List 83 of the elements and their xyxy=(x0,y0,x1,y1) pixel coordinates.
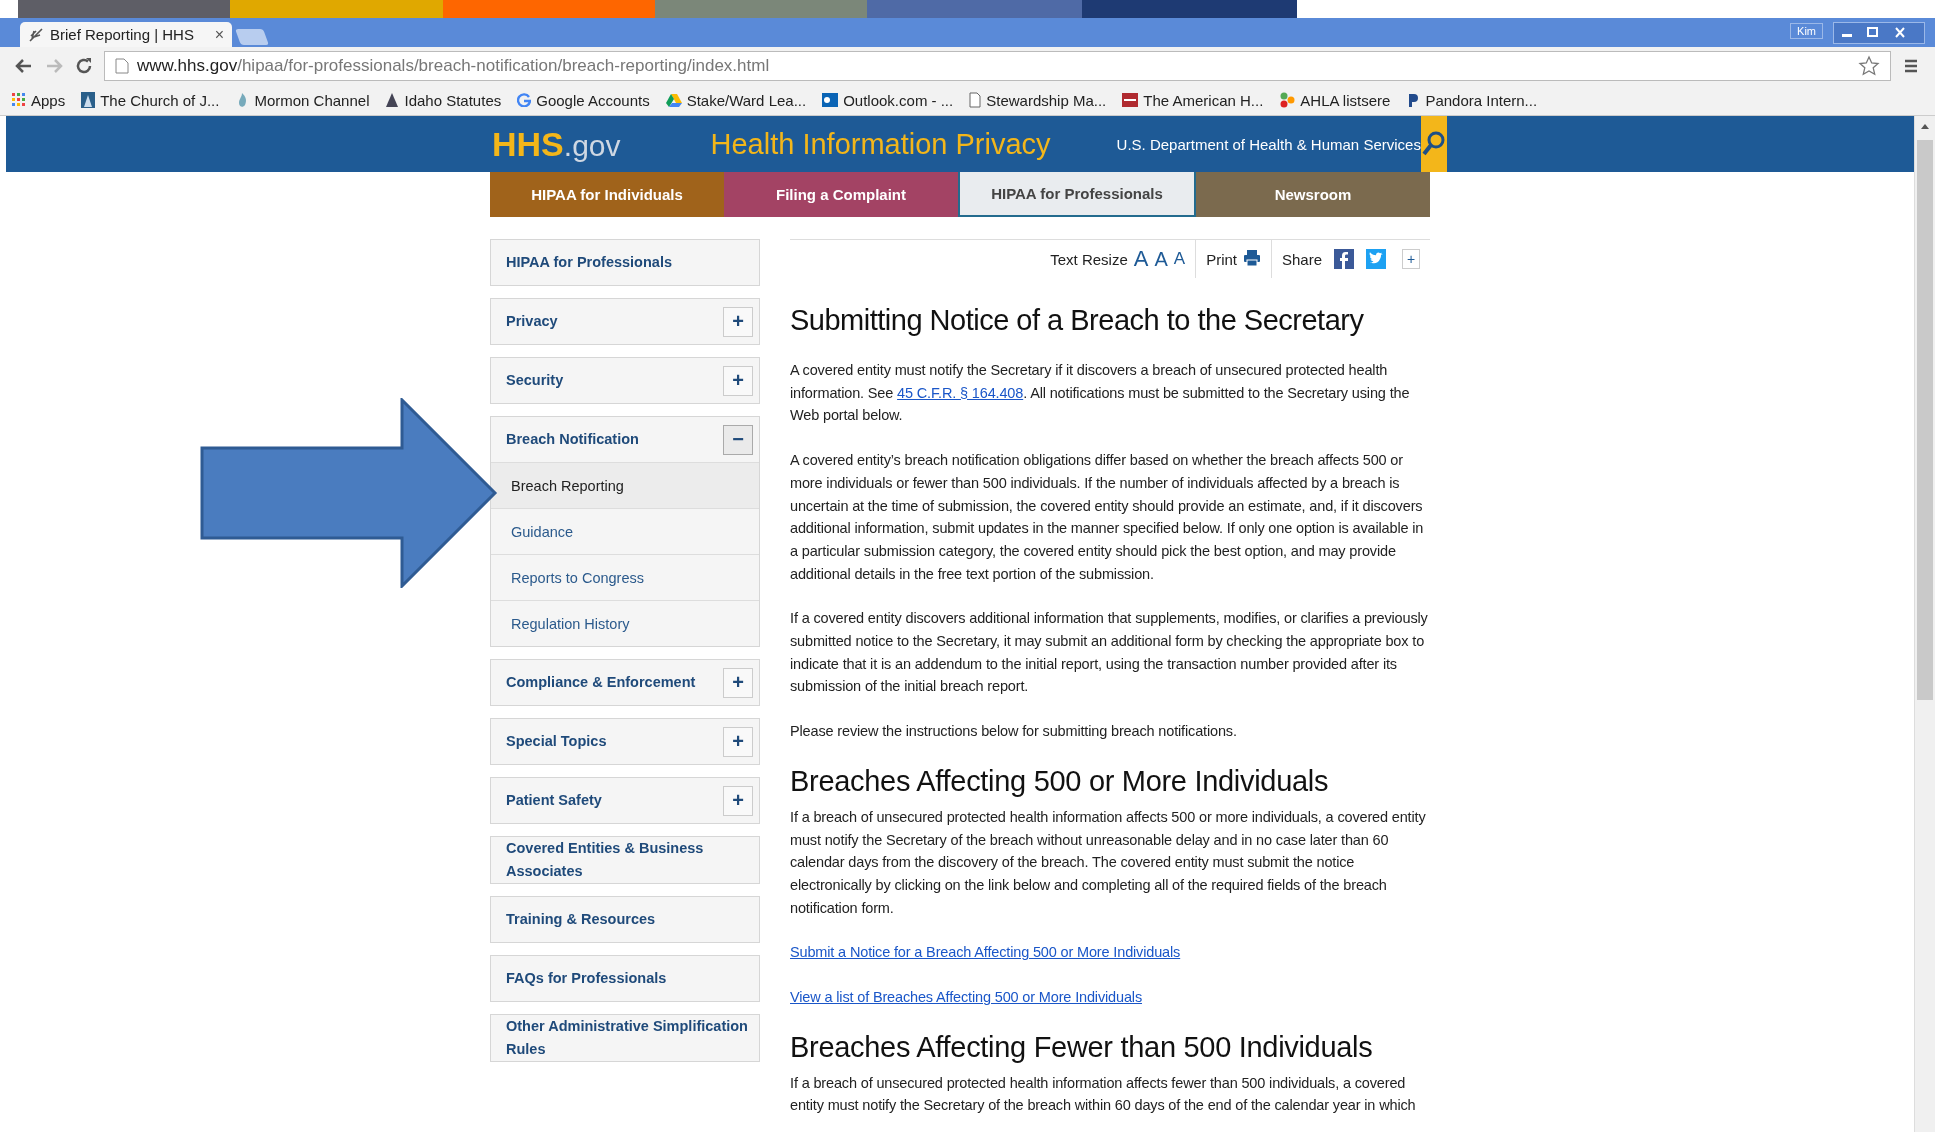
link[interactable]: Submit a Notice for a Breach Affecting 500 or More Individuals xyxy=(790,944,1181,961)
bookmark[interactable]: Stake/Ward Lea... xyxy=(665,91,807,109)
sidebar-link[interactable]: Patient Safety xyxy=(506,789,602,812)
bookmark[interactable]: Idaho Statutes xyxy=(385,91,502,109)
close-icon[interactable]: × xyxy=(214,25,224,44)
sidebar-link[interactable]: Breach Notification xyxy=(506,428,639,451)
bookmark[interactable]: Outlook.com - ... xyxy=(822,91,954,109)
scrollbar-thumb[interactable] xyxy=(1917,140,1933,700)
address-bar[interactable]: www.hhs.gov/hipaa/for-professionals/breach-notification/breach-reporting/index.html xyxy=(104,51,1891,81)
paragraph: A covered entity must notify the Secretary if it discovers a breach of unsecured protected health information. See 45 C.F.R. § 164.408. All notifications must be submitted to the Secretary using the Web portal below. xyxy=(790,361,1411,426)
paragraph: A covered entity’s breach notification obligations differ based on whether the breach affects 500 or more individuals or fewer than 500 individuals. If the number of individuals affected by a breach is uncertain at the time of submission, the covered entity should provide an estimate, and, if it discovers additional information, submit updates in the manner specified below. If only one option is available in a particular submission category, the covered entity should pick the best option, and may provide additional details in the free text portion of the submission. xyxy=(790,451,1425,584)
nav-tab[interactable]: HIPAA for Professionals xyxy=(958,172,1196,217)
star-icon[interactable] xyxy=(1858,55,1880,77)
expand-button[interactable]: + xyxy=(723,667,753,698)
close-icon[interactable] xyxy=(1895,26,1905,38)
text-size-button[interactable]: A xyxy=(1173,249,1186,269)
text-resize-label: Text Resize xyxy=(1050,250,1128,268)
hhs-logo[interactable]: HHS.gov xyxy=(492,127,621,161)
bookmark[interactable]: Apps xyxy=(12,91,66,109)
sidebar-link[interactable]: Covered Entities & Business Associates xyxy=(506,837,753,883)
sidebar-link[interactable]: Special Topics xyxy=(506,730,607,753)
grid-icon xyxy=(12,93,26,107)
tab-title: Brief Reporting | HHS xyxy=(50,26,195,43)
page-title: Submitting Notice of a Breach to the Secretary xyxy=(790,304,1365,337)
browser-tab[interactable]: Brief Reporting | HHS × xyxy=(20,22,232,47)
sidebar-subitem[interactable]: Breach Reporting xyxy=(491,462,759,508)
page-icon xyxy=(115,58,129,74)
search-button[interactable] xyxy=(1420,116,1447,172)
bookmark[interactable]: Mormon Channel xyxy=(235,91,370,109)
facebook-icon[interactable] xyxy=(1334,249,1354,269)
paragraph: If a breach of unsecured protected health information affects 500 or more individuals, a covered entity must notify the Secretary of the breach without unreasonable delay and in no case later than 60 calendar days from the discovery of the breach. The covered entity must submit the notice electronically by clicking on the link below and completing all of the required fields of the breach notification form. xyxy=(790,807,1427,918)
p-letter-icon xyxy=(1406,92,1421,108)
section-heading: Breaches Affecting 500 or More Individuals xyxy=(790,764,1330,798)
expand-button[interactable]: + xyxy=(723,365,753,396)
text-size-button[interactable]: A xyxy=(1133,246,1149,272)
department-link[interactable]: U.S. Department of Health & Human Services xyxy=(1116,135,1421,153)
reload-icon[interactable] xyxy=(74,56,94,76)
section-heading: Breaches Affecting Fewer than 500 Individuals xyxy=(790,1030,1374,1064)
sidebar-link[interactable]: Security xyxy=(506,369,564,392)
paragraph: If a breach of unsecured protected health information affects fewer than 500 individuals, a covered entity must notify the Secretary of the breach within 60 days of the end of the calendar year in which xyxy=(790,1073,1417,1116)
sidebar-link[interactable]: Training & Resources xyxy=(506,908,656,931)
scrollbar[interactable] xyxy=(1914,116,1935,1132)
mail-icon xyxy=(822,93,839,107)
print-link[interactable]: Print xyxy=(1206,250,1237,268)
expand-button[interactable]: + xyxy=(723,726,753,757)
bookmark[interactable]: Google Accounts xyxy=(517,91,650,109)
page-icon xyxy=(969,92,982,108)
expand-button[interactable]: + xyxy=(723,785,753,816)
bookmark[interactable]: AHLA listsere xyxy=(1279,91,1391,109)
nav-tab[interactable]: Newsroom xyxy=(1196,172,1430,217)
g-letter-icon xyxy=(517,93,532,107)
sidebar-subitem[interactable]: Reports to Congress xyxy=(491,554,759,600)
sidebar-link[interactable]: Other Administrative Simplification Rules xyxy=(506,1015,753,1061)
sidebar-subitem[interactable]: Regulation History xyxy=(491,600,759,646)
window-controls[interactable] xyxy=(1833,21,1925,44)
bookmark[interactable]: The Church of J... xyxy=(81,91,220,109)
minimize-icon[interactable] xyxy=(1842,33,1852,37)
expand-button[interactable]: + xyxy=(723,306,753,337)
sidebar-link[interactable]: Compliance & Enforcement xyxy=(506,671,696,694)
paragraph: Please review the instructions below for submitting breach notifications. xyxy=(790,722,1238,742)
bookmark[interactable]: The American H... xyxy=(1122,91,1264,109)
restore-icon[interactable] xyxy=(1867,26,1878,37)
text-size-button[interactable]: A xyxy=(1154,247,1168,271)
url-host: www.hhs.gov xyxy=(137,56,238,76)
sidebar-link[interactable]: HIPAA for Professionals xyxy=(506,251,672,274)
triangle-icon xyxy=(665,93,682,107)
url-path: /hipaa/for-professionals/breach-notification/breach-reporting/index.html xyxy=(237,56,770,76)
dots-icon xyxy=(1279,92,1296,108)
bookmark[interactable]: Pandora Intern... xyxy=(1406,91,1538,109)
collapse-button[interactable]: − xyxy=(723,424,753,455)
scroll-up-icon[interactable] xyxy=(1920,122,1930,130)
link[interactable]: View a list of Breaches Affecting 500 or More Individuals xyxy=(790,989,1142,1006)
bookmark[interactable]: Stewardship Ma... xyxy=(969,91,1107,109)
nav-tab[interactable]: HIPAA for Individuals xyxy=(490,172,724,217)
bird-icon[interactable] xyxy=(1366,249,1386,269)
sidebar-subitem[interactable]: Guidance xyxy=(491,508,759,554)
site-title[interactable]: Health Information Privacy xyxy=(710,127,1051,161)
share-label: Share xyxy=(1281,250,1322,268)
sidebar-link[interactable]: FAQs for Professionals xyxy=(506,967,667,990)
nav-tab[interactable]: Filing a Complaint xyxy=(724,172,958,217)
sidebar-link[interactable]: Privacy xyxy=(506,310,558,333)
more-button[interactable]: + xyxy=(1402,249,1420,269)
paragraph: If a covered entity discovers additional information that supplements, modifies, or clarifies a previously submitted notice to the Secretary, it may submit an additional form by checking the appropriate box to indicate that it is an addendum to the initial report, using the transaction number provided after its submission of the initial breach report. xyxy=(790,609,1429,697)
